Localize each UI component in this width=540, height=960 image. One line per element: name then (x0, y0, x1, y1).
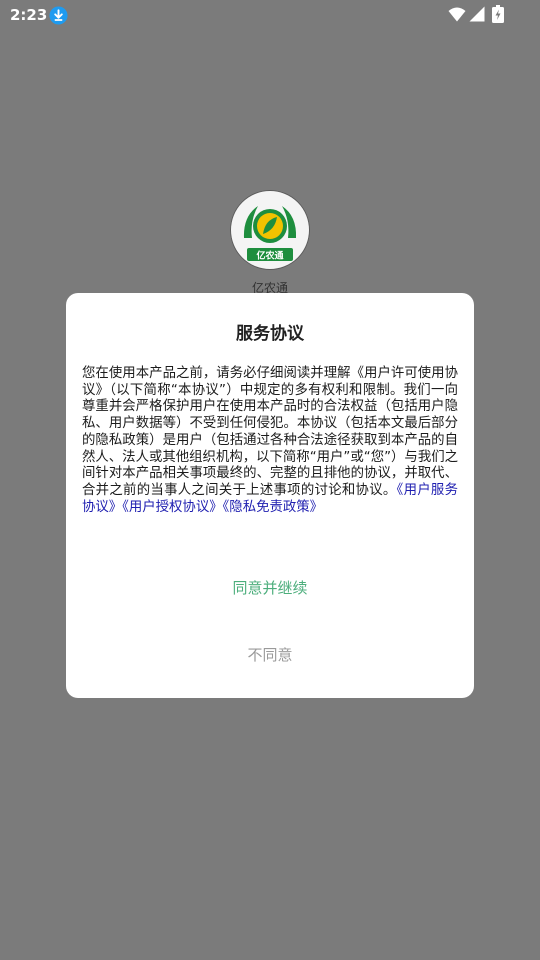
user-authorization-agreement-link[interactable]: 《用户授权协议》 (122, 500, 222, 515)
agreement-text: 您在使用本产品之前，请务必仔细阅读并理解《用户许可使用协议》（以下简称“本协议”… (82, 366, 458, 498)
privacy-policy-link[interactable]: 《隐私免责政策》 (223, 500, 323, 515)
agree-continue-button[interactable]: 同意并继续 (66, 576, 474, 600)
status-bar: 2:23 (0, 0, 540, 30)
cell-signal-icon (469, 6, 485, 22)
dialog-body: 您在使用本产品之前，请务必仔细阅读并理解《用户许可使用协议》（以下简称“本协议”… (82, 366, 458, 516)
service-agreement-dialog: 服务协议 您在使用本产品之前，请务必仔细阅读并理解《用户许可使用协议》（以下简称… (66, 293, 474, 698)
status-time: 2:23 (10, 6, 48, 24)
app-logo-text: 亿农通 (256, 250, 283, 262)
wifi-icon (448, 7, 466, 22)
app-logo: 亿农通 (230, 190, 310, 270)
dialog-title: 服务协议 (236, 324, 304, 344)
disagree-button[interactable]: 不同意 (66, 643, 474, 667)
download-icon (49, 6, 68, 25)
battery-charging-icon (492, 5, 504, 23)
